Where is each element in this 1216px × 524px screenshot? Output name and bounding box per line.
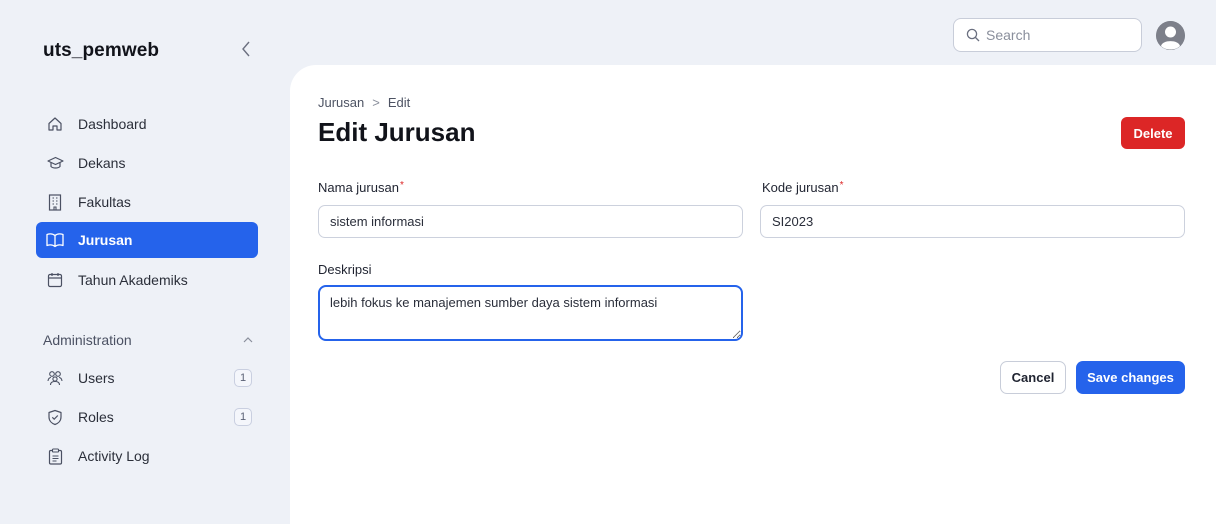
sidebar-item-label: Activity Log [78,448,150,464]
sidebar-item-roles[interactable]: Roles 1 [36,399,258,435]
users-icon [46,369,64,387]
required-mark: * [399,180,404,191]
deskripsi-textarea[interactable]: lebih fokus ke manajemen sumber daya sis… [318,285,743,341]
sidebar-group-administration[interactable]: Administration [43,330,253,350]
brand-name: uts_pemweb [43,40,160,61]
avatar[interactable] [1156,21,1185,50]
deskripsi-label: Deskripsi [318,262,372,277]
sidebar-item-jurusan[interactable]: Jurusan [36,222,258,258]
user-avatar-icon [1156,21,1185,50]
nama-jurusan-label-text: Nama jurusan [318,180,399,195]
kode-jurusan-label: Kode jurusan* [762,180,844,195]
sidebar-item-dashboard[interactable]: Dashboard [36,106,258,142]
sidebar-item-label: Dekans [78,155,126,171]
sidebar-item-label: Dashboard [78,116,147,132]
sidebar-item-label: Jurusan [78,232,133,248]
breadcrumb-current: Edit [387,95,411,110]
sidebar-item-dekans[interactable]: Dekans [36,145,258,181]
book-open-icon [46,231,64,249]
building-icon [46,193,64,211]
sidebar-item-label: Users [78,370,115,386]
sidebar-item-label: Fakultas [78,194,131,210]
nama-jurusan-input[interactable] [318,205,743,238]
chevron-up-icon [243,337,253,343]
delete-button[interactable]: Delete [1121,117,1185,149]
sidebar-item-activity-log[interactable]: Activity Log [36,438,258,474]
main-content: Jurusan > Edit Edit Jurusan Delete Nama … [290,65,1216,524]
breadcrumb-link-jurusan[interactable]: Jurusan [318,95,364,110]
sidebar-group-label: Administration [43,332,132,348]
breadcrumb-separator: > [372,95,380,110]
sidebar-item-fakultas[interactable]: Fakultas [36,184,258,220]
calendar-icon [46,271,64,289]
breadcrumb: Jurusan > Edit [318,95,410,110]
home-icon [46,115,64,133]
required-mark: * [839,180,844,191]
kode-jurusan-label-text: Kode jurusan [762,180,839,195]
graduation-cap-icon [46,154,64,172]
sidebar-item-label: Roles [78,409,114,425]
nama-jurusan-label: Nama jurusan* [318,180,404,195]
search-icon [966,28,980,42]
cancel-button[interactable]: Cancel [1000,361,1066,394]
sidebar-item-users[interactable]: Users 1 [36,360,258,396]
clipboard-icon [46,447,64,465]
sidebar-collapse-button[interactable] [236,38,256,60]
save-changes-button[interactable]: Save changes [1076,361,1185,394]
chevron-left-icon [242,41,250,57]
kode-jurusan-input[interactable] [760,205,1185,238]
count-badge: 1 [234,369,252,387]
shield-check-icon [46,408,64,426]
page-title: Edit Jurusan [318,117,476,147]
search-box[interactable] [953,18,1142,52]
sidebar: uts_pemweb Dashboard Dekans Fakultas Jur… [0,0,290,524]
search-input[interactable] [986,27,1126,43]
sidebar-item-label: Tahun Akademiks [78,272,188,288]
count-badge: 1 [234,408,252,426]
sidebar-item-tahun-akademiks[interactable]: Tahun Akademiks [36,262,258,298]
